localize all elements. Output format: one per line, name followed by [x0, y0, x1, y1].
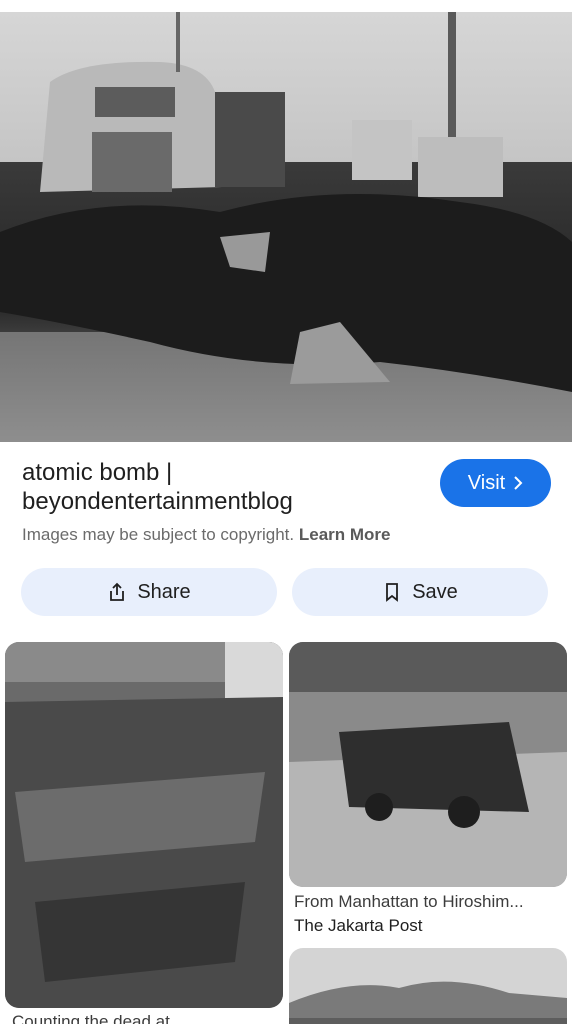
related-image-2-graphic	[289, 642, 567, 887]
related-caption-2-source[interactable]: The Jakarta Post	[294, 914, 560, 938]
result-title-line-2[interactable]: beyondentertainmentblog	[22, 487, 422, 516]
copyright-text: Images may be subject to copyright.	[22, 525, 295, 544]
result-title-line-1[interactable]: atomic bomb |	[22, 458, 422, 487]
top-strip	[0, 0, 572, 12]
related-image-3[interactable]	[289, 948, 567, 1024]
save-label: Save	[412, 580, 458, 603]
related-image-1[interactable]	[5, 642, 283, 1008]
chevron-right-icon	[514, 476, 523, 490]
learn-more-link[interactable]: Learn More	[299, 525, 391, 544]
share-button[interactable]: Share	[21, 568, 277, 616]
related-image-3-graphic	[289, 948, 567, 1024]
visit-button[interactable]: Visit	[440, 459, 551, 507]
bookmark-icon	[386, 583, 399, 602]
related-image-2[interactable]	[289, 642, 567, 887]
related-image-1-graphic	[5, 642, 283, 1008]
related-caption-1-title[interactable]: Counting the dead at	[12, 1010, 278, 1024]
visit-label: Visit	[467, 471, 506, 494]
related-caption-2-title[interactable]: From Manhattan to Hiroshim...	[294, 890, 560, 914]
main-image[interactable]	[0, 12, 572, 442]
copyright-notice: Images may be subject to copyright. Lear…	[22, 525, 391, 545]
result-title[interactable]: atomic bomb | beyondentertainmentblog	[22, 458, 422, 516]
main-image-graphic	[0, 12, 572, 442]
share-label: Share	[137, 580, 191, 603]
result-info: atomic bomb | beyondentertainmentblog	[22, 458, 422, 516]
save-button[interactable]: Save	[292, 568, 548, 616]
share-icon	[110, 582, 125, 601]
